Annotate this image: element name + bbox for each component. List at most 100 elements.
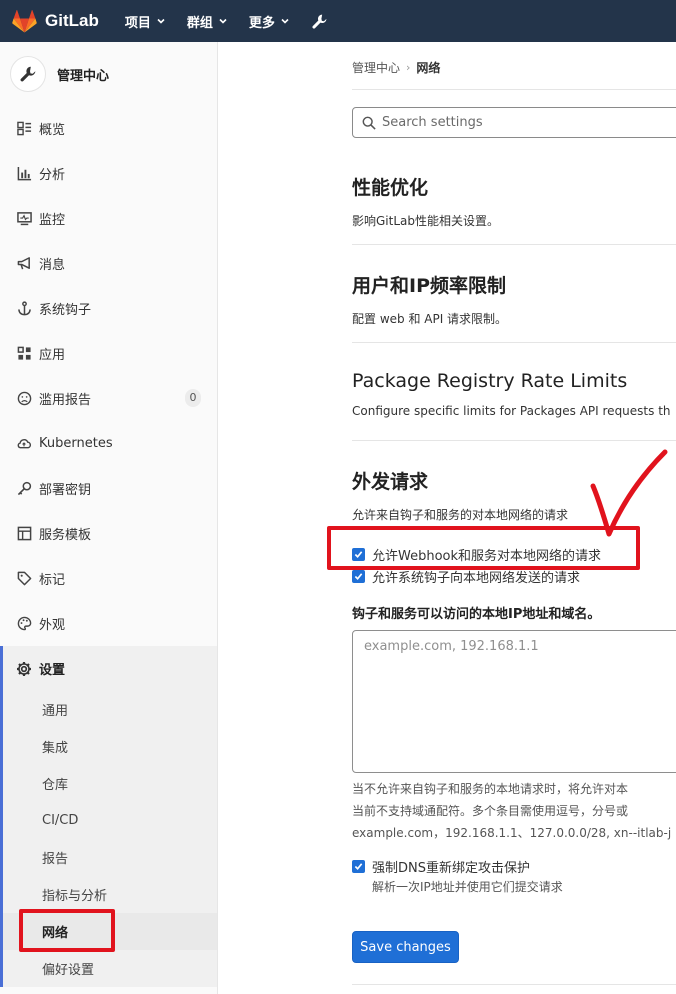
top-navbar: GitLab 项目 群组 更多 — [0, 0, 676, 42]
sidebar-item-kubernetes[interactable]: Kubernetes — [0, 421, 217, 466]
sidebar-item-applications[interactable]: 应用 — [0, 331, 217, 376]
section-rate-limits: 用户和IP频率限制 配置 web 和 API 请求限制。 — [352, 271, 676, 327]
section-package-registry: Package Registry Rate Limits Configure s… — [352, 370, 676, 418]
wrench-icon — [20, 66, 36, 82]
sidebar-item-label: 概览 — [39, 123, 66, 138]
nav-groups-label: 群组 — [186, 15, 213, 31]
sidebar-title: 管理中心 — [57, 68, 110, 84]
section-description: Configure specific limits for Packages A… — [352, 404, 671, 418]
sidebar-subitem-general[interactable]: 通用 — [3, 691, 217, 728]
chevron-down-icon — [219, 18, 227, 24]
sidebar-item-label: 滥用报告 — [39, 393, 92, 408]
monitor-icon — [16, 211, 32, 227]
sidebar-item-deploy-keys[interactable]: 部署密钥 — [0, 466, 217, 511]
nav-projects[interactable]: 项目 — [125, 12, 165, 31]
chevron-right-icon: › — [406, 61, 411, 74]
nav-more[interactable]: 更多 — [249, 12, 289, 31]
sidebar-item-settings[interactable]: 设置 — [3, 646, 217, 691]
help-line: example.com，192.168.1.1、127.0.0.0/28, xn… — [352, 826, 672, 840]
section-performance: 性能优化 影响GitLab性能相关设置。 — [352, 173, 676, 229]
section-title: 性能优化 — [352, 177, 429, 199]
anchor-icon — [16, 301, 32, 317]
divider — [352, 984, 676, 985]
breadcrumb: 管理中心 › 网络 — [352, 59, 440, 76]
help-line: 当前不支持域通配符。多个条目需使用逗号，分号或 — [352, 804, 629, 818]
sidebar-item-label: 应用 — [39, 348, 66, 363]
palette-icon — [16, 616, 32, 632]
nav-more-label: 更多 — [248, 15, 275, 31]
sidebar-subitem-metrics[interactable]: 指标与分析 — [3, 876, 217, 913]
template-icon — [16, 526, 32, 542]
sidebar-item-messages[interactable]: 消息 — [0, 241, 217, 286]
checkbox-checked[interactable] — [352, 860, 365, 873]
brand-name: GitLab — [45, 11, 99, 30]
key-icon — [16, 481, 32, 497]
checkmark-icon — [354, 573, 363, 580]
gitlab-logo[interactable]: GitLab — [12, 9, 99, 33]
dns-rebinding-checkbox-row[interactable]: 强制DNS重新绑定攻击保护 — [352, 857, 530, 876]
annotation-highlight-box — [19, 909, 115, 952]
gear-icon — [16, 661, 32, 677]
allowlist-help-text: 当不允许来自钩子和服务的本地请求时，将允许对本 当前不支持域通配符。多个条目需使… — [352, 778, 676, 844]
nav-projects-label: 项目 — [124, 15, 151, 31]
sidebar-item-label: 系统钩子 — [39, 303, 92, 318]
sidebar-item-label: Kubernetes — [39, 436, 113, 451]
nav-groups[interactable]: 群组 — [187, 12, 227, 31]
search-icon — [362, 116, 376, 130]
tanuki-icon — [12, 9, 37, 32]
cloud-icon — [16, 436, 32, 452]
sidebar-item-service-templates[interactable]: 服务模板 — [0, 511, 217, 556]
admin-avatar — [10, 56, 46, 92]
sidebar-item-label: 监控 — [39, 213, 66, 228]
checkmark-icon — [354, 863, 363, 870]
label-icon — [16, 571, 32, 587]
breadcrumb-parent[interactable]: 管理中心 — [352, 59, 400, 76]
sidebar-item-abuse-reports[interactable]: 滥用报告 0 — [0, 376, 217, 421]
allowlist-field-label: 钩子和服务可以访问的本地IP地址和域名。 — [352, 607, 601, 622]
allowlist-textarea[interactable]: example.com, 192.168.1.1 — [352, 630, 676, 773]
dns-help-text: 解析一次IP地址并使用它们提交请求 — [372, 880, 563, 894]
divider — [352, 440, 676, 441]
admin-area-button[interactable] — [311, 13, 328, 30]
top-nav: 项目 群组 更多 — [125, 12, 350, 31]
search-input[interactable] — [382, 115, 672, 130]
save-changes-button[interactable]: Save changes — [352, 931, 459, 963]
sidebar-item-label: 服务模板 — [39, 528, 92, 543]
section-description: 影响GitLab性能相关设置。 — [352, 214, 499, 228]
emoji-sad-icon — [16, 391, 32, 407]
sidebar-header[interactable]: 管理中心 — [0, 42, 217, 106]
sidebar-subitem-ci-cd[interactable]: CI/CD — [3, 802, 217, 839]
wrench-icon — [312, 14, 327, 29]
sidebar-item-analytics[interactable]: 分析 — [0, 151, 217, 196]
apps-icon — [16, 346, 32, 362]
section-description: 配置 web 和 API 请求限制。 — [352, 312, 508, 326]
chevron-down-icon — [157, 18, 165, 24]
section-title: Package Registry Rate Limits — [352, 370, 628, 392]
chart-icon — [16, 166, 32, 182]
sidebar-item-label: 部署密钥 — [39, 483, 92, 498]
count-badge: 0 — [185, 389, 201, 407]
sidebar-item-label: 标记 — [39, 573, 66, 588]
sidebar-subitem-preferences[interactable]: 偏好设置 — [3, 950, 217, 987]
checkbox-checked[interactable] — [352, 570, 365, 583]
sidebar-item-appearance[interactable]: 外观 — [0, 601, 217, 646]
sidebar-subitem-repository[interactable]: 仓库 — [3, 765, 217, 802]
sidebar-item-monitoring[interactable]: 监控 — [0, 196, 217, 241]
sidebar-item-overview[interactable]: 概览 — [0, 106, 217, 151]
section-title: 用户和IP频率限制 — [352, 275, 506, 297]
divider — [352, 89, 676, 90]
divider — [352, 342, 676, 343]
sidebar-item-label: 设置 — [39, 663, 66, 678]
sidebar-subitem-integrations[interactable]: 集成 — [3, 728, 217, 765]
sidebar-item-label: 分析 — [39, 168, 66, 183]
annotation-checkmark-icon — [590, 449, 668, 537]
admin-sidebar: 管理中心 概览 分析 监控 消息 系统钩子 应用 滥用报告 0 Kubernet… — [0, 42, 218, 994]
sidebar-item-label: 消息 — [39, 258, 66, 273]
divider — [352, 244, 676, 245]
sidebar-item-system-hooks[interactable]: 系统钩子 — [0, 286, 217, 331]
checkbox-label: 强制DNS重新绑定攻击保护 — [372, 861, 530, 876]
sidebar-item-labels[interactable]: 标记 — [0, 556, 217, 601]
sidebar-subitem-reporting[interactable]: 报告 — [3, 839, 217, 876]
search-settings-field[interactable] — [352, 107, 676, 138]
overview-icon — [16, 121, 32, 137]
